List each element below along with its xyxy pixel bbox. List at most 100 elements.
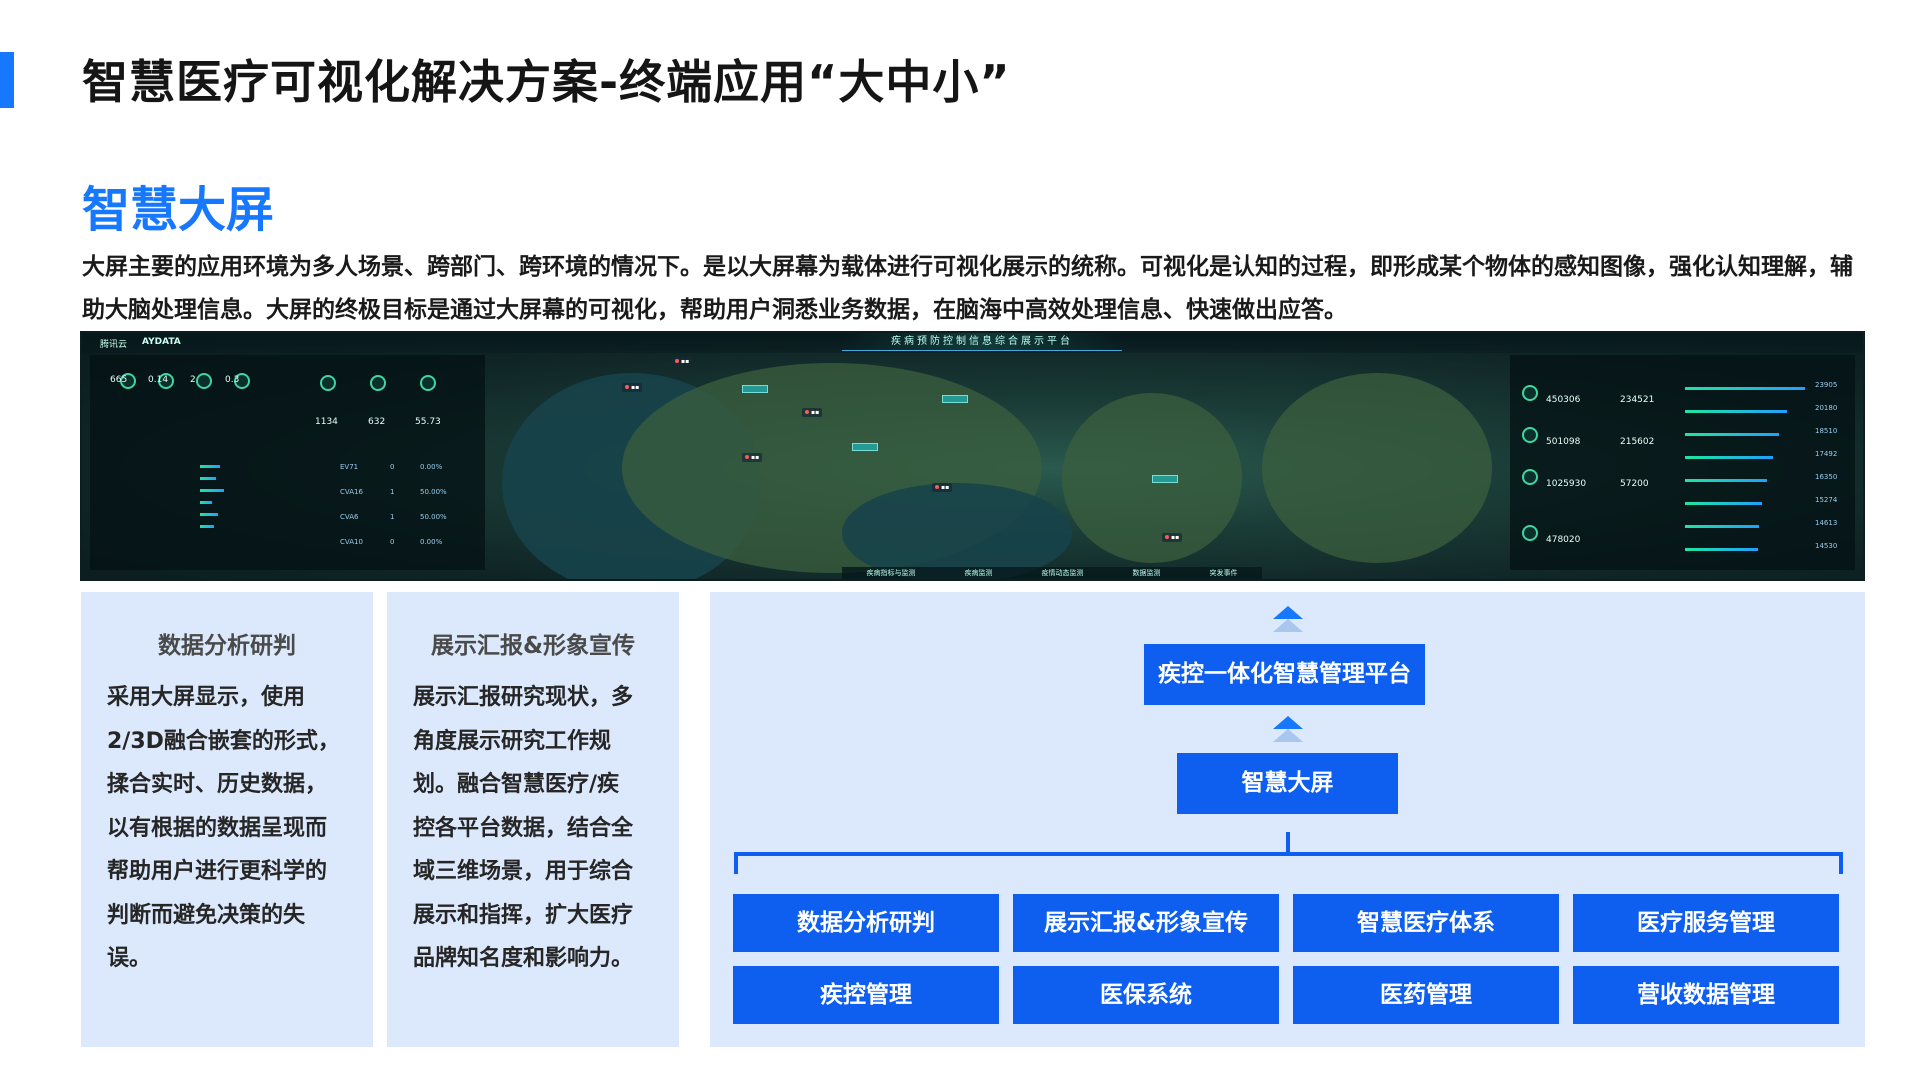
ranking-value: 20180 xyxy=(1815,404,1838,412)
dashboard-nav-item: 疾病监测 xyxy=(964,569,993,577)
ranking-value: 14530 xyxy=(1815,542,1838,550)
card-line: 角度展示研究工作规 xyxy=(413,728,612,754)
bracket-stem xyxy=(1286,832,1290,854)
card-body: 展示汇报研究现状，多 角度展示研究工作规 划。融合智慧医疗/疾 控各平台数据，结… xyxy=(413,676,658,981)
platform-box: 疾控一体化智慧管理平台 xyxy=(1144,644,1425,705)
dashboard-bottom-nav: 疾病指标与监测 疾病监测 疫情动态监测 数据监测 突发事件 xyxy=(842,567,1262,579)
ranking-bar xyxy=(1685,502,1762,505)
kpi-value: 0.14 xyxy=(148,375,169,385)
virus-row-pct: 50.00% xyxy=(420,513,447,521)
architecture-diagram: 疾控一体化智慧管理平台 智慧大屏 数据分析研判 展示汇报&形象宣传 智慧医疗体系… xyxy=(710,592,1865,1047)
kpi-icon xyxy=(420,375,436,391)
card-line: 品牌知名度和影响力。 xyxy=(413,946,634,971)
table-bar xyxy=(200,489,224,492)
dashboard-screenshot: 腾讯云 AYDATA 疾病预防控制信息综合展示平台 665 0.14 2 0.3… xyxy=(80,331,1865,581)
intro-paragraph: 大屏主要的应用环境为多人场景、跨部门、跨环境的情况下。是以大屏幕为载体进行可视化… xyxy=(82,254,1853,323)
map-marker-label: ▪▪ xyxy=(932,483,953,492)
map-chip xyxy=(852,443,878,451)
virus-row-pct: 0.00% xyxy=(420,538,443,546)
virus-row-value: 0 xyxy=(390,463,395,471)
stat-value: 1025930 xyxy=(1546,479,1587,489)
virus-row-label: EV71 xyxy=(340,463,359,471)
dashboard-nav-item: 突发事件 xyxy=(1209,569,1238,577)
page-title: 智慧医疗可视化解决方案-终端应用“大中小” xyxy=(82,55,1011,109)
ranking-bar xyxy=(1685,456,1773,459)
kpi-value: 632 xyxy=(368,417,386,427)
module-box: 医药管理 xyxy=(1293,966,1559,1024)
up-arrow-icon xyxy=(1273,716,1303,729)
stat-value: 501098 xyxy=(1546,437,1581,447)
card-line: 以有根据的数据呈现而 xyxy=(107,815,328,841)
section-title: 智慧大屏 xyxy=(82,182,275,238)
bracket-bar xyxy=(734,852,1843,856)
card-title: 数据分析研判 xyxy=(158,633,296,659)
module-box: 医保系统 xyxy=(1013,966,1279,1024)
ranking-bar xyxy=(1685,433,1779,436)
dashboard-title: 疾病预防控制信息综合展示平台 xyxy=(842,333,1122,351)
card-line: 2/3D融合嵌套的形式， xyxy=(107,728,340,754)
map-land xyxy=(1262,373,1492,563)
virus-row-label: CVA10 xyxy=(340,538,363,546)
card-line: 域三维场景，用于综合 xyxy=(413,859,634,884)
card-presentation: 展示汇报&形象宣传 展示汇报研究现状，多 角度展示研究工作规 划。融合智慧医疗/… xyxy=(387,592,679,1047)
map-marker-label: ▪▪ xyxy=(742,453,763,462)
virus-row-value: 1 xyxy=(390,488,395,496)
ranking-value: 18510 xyxy=(1815,427,1838,435)
dashboard-nav-item: 数据监测 xyxy=(1132,569,1161,577)
stat-value: 234521 xyxy=(1620,395,1655,405)
module-box: 智慧医疗体系 xyxy=(1293,894,1559,952)
kpi-icon xyxy=(1522,469,1538,485)
table-bar xyxy=(200,513,218,516)
card-line: 揉合实时、历史数据， xyxy=(107,772,328,797)
kpi-icon xyxy=(370,375,386,391)
up-arrow-icon xyxy=(1273,606,1303,619)
ranking-bar xyxy=(1685,387,1805,390)
dashboard-brand-secondary: AYDATA xyxy=(142,337,181,347)
kpi-value: 2 xyxy=(190,375,196,385)
card-line: 帮助用户进行更科学的 xyxy=(107,859,328,884)
dashboard-nav-item: 疾病指标与监测 xyxy=(866,569,916,577)
up-arrow-icon xyxy=(1273,729,1303,742)
kpi-icon xyxy=(196,373,212,389)
kpi-icon xyxy=(1522,427,1538,443)
map-marker-label: ▪▪ xyxy=(802,408,823,417)
kpi-icon xyxy=(1522,525,1538,541)
kpi-value: 665 xyxy=(110,375,128,385)
card-line: 展示汇报研究现状，多 xyxy=(413,685,634,710)
dashboard-nav-item: 疫情动态监测 xyxy=(1041,569,1084,577)
card-line: 展示和指挥，扩大医疗 xyxy=(413,902,634,928)
ranking-value: 14613 xyxy=(1815,519,1838,527)
card-body: 采用大屏显示，使用 2/3D融合嵌套的形式， 揉合实时、历史数据， 以有根据的数… xyxy=(107,676,352,981)
table-bar xyxy=(200,501,212,504)
kpi-value: 55.73 xyxy=(415,417,441,427)
ranking-value: 17492 xyxy=(1815,450,1838,458)
dashboard-right-panel: 450306 234521 501098 215602 1025930 5720… xyxy=(1510,355,1855,570)
ranking-bar xyxy=(1685,410,1787,413)
module-box: 医疗服务管理 xyxy=(1573,894,1839,952)
big-screen-box: 智慧大屏 xyxy=(1177,753,1398,814)
table-bar xyxy=(200,465,220,468)
bracket-left xyxy=(734,852,738,874)
virus-row-label: CVA6 xyxy=(340,513,359,521)
card-line: 采用大屏显示，使用 xyxy=(107,685,306,710)
virus-row-pct: 50.00% xyxy=(420,488,447,496)
bracket-right xyxy=(1839,852,1843,874)
ranking-value: 23905 xyxy=(1815,381,1838,389)
card-line: 控各平台数据，结合全 xyxy=(413,815,634,841)
stat-value: 450306 xyxy=(1546,395,1581,405)
virus-row-pct: 0.00% xyxy=(420,463,443,471)
map-chip xyxy=(1152,475,1178,483)
module-box: 疾控管理 xyxy=(733,966,999,1024)
module-box: 营收数据管理 xyxy=(1573,966,1839,1024)
title-accent-bar xyxy=(0,52,14,108)
card-title: 展示汇报&形象宣传 xyxy=(430,633,636,659)
ranking-bar xyxy=(1685,525,1759,528)
virus-row-label: CVA16 xyxy=(340,488,363,496)
dashboard-left-panel: 665 0.14 2 0.3 1134 632 55.73 EV71 CVA16… xyxy=(90,355,485,570)
card-data-analysis: 数据分析研判 采用大屏显示，使用 2/3D融合嵌套的形式， 揉合实时、历史数据，… xyxy=(81,592,373,1047)
ranking-bar xyxy=(1685,479,1767,482)
dashboard-brand: 腾讯云 xyxy=(100,340,128,350)
table-bar xyxy=(200,525,214,528)
map-marker-label: ▪▪ xyxy=(672,357,693,366)
map-chip xyxy=(942,395,968,403)
